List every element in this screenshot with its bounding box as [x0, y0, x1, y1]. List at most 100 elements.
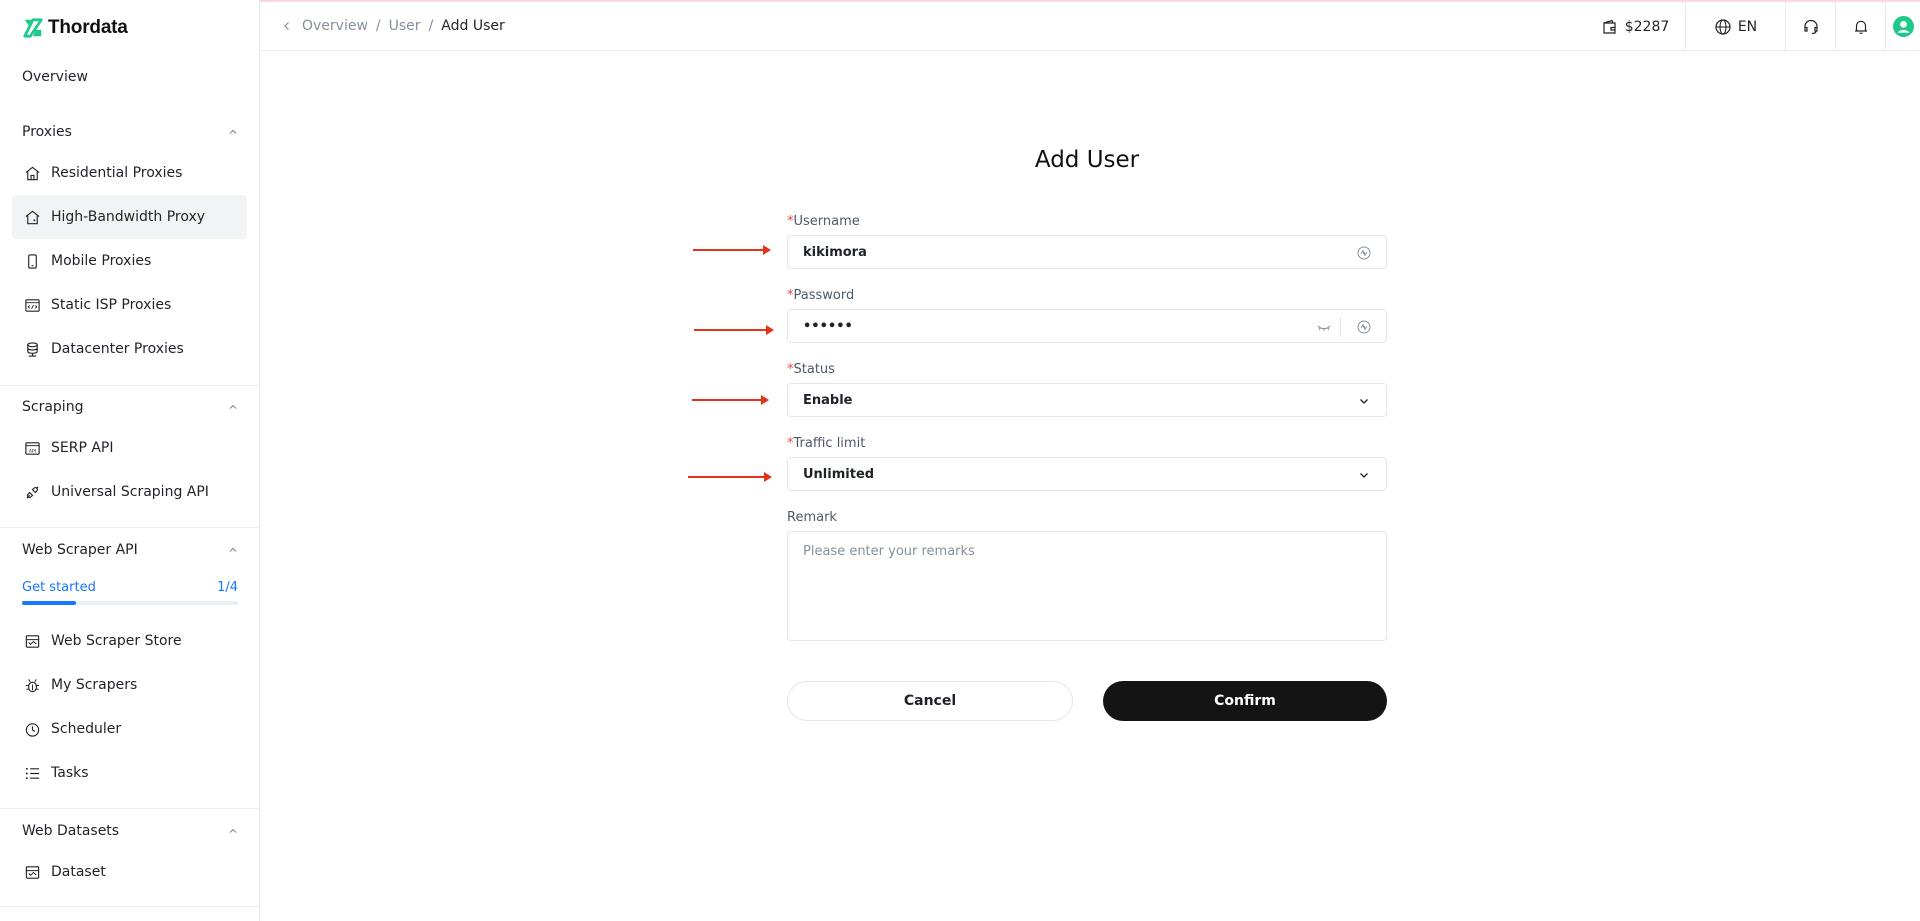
code-window-icon — [25, 298, 40, 312]
sidebar-item-label: Dataset — [51, 864, 106, 880]
wallet-balance[interactable]: $2287 — [1585, 2, 1685, 51]
sidebar-section-web-datasets[interactable]: Web Datasets — [22, 823, 238, 839]
plug-icon — [26, 485, 39, 499]
sidebar-item-label: Universal Scraping API — [51, 484, 209, 500]
progress-bar — [22, 601, 238, 605]
section-title: Web Scraper API — [22, 542, 138, 558]
user-avatar[interactable] — [1885, 2, 1920, 51]
password-label: *Password — [787, 288, 854, 303]
mobile-icon — [28, 253, 37, 269]
logo[interactable]: Thordata — [22, 16, 128, 40]
label-text: Password — [793, 288, 855, 303]
sidebar-section-scraping[interactable]: Scraping — [22, 399, 238, 415]
status-label: *Status — [787, 362, 835, 377]
breadcrumb-separator: / — [375, 18, 381, 34]
list-icon — [25, 767, 40, 779]
sidebar-item-residential-proxies[interactable]: Residential Proxies — [12, 151, 247, 195]
sidebar-item-my-scrapers[interactable]: My Scrapers — [12, 663, 247, 707]
support-button[interactable] — [1785, 2, 1835, 51]
sidebar-item-overview[interactable]: Overview — [22, 69, 88, 85]
top-header: Overview / User / Add User $2287 EN — [260, 2, 1920, 51]
annotation-arrow — [694, 325, 774, 335]
language-code: EN — [1737, 18, 1758, 35]
sidebar-item-datacenter-proxies[interactable]: Datacenter Proxies — [12, 327, 247, 371]
sidebar-item-label: Mobile Proxies — [51, 253, 152, 269]
get-started-label: Get started — [22, 580, 96, 595]
get-started-progress[interactable]: Get started 1/4 — [22, 580, 238, 605]
language-switcher[interactable]: EN — [1685, 2, 1785, 51]
sidebar-item-label: Scheduler — [51, 721, 122, 737]
brand-name: Thordata — [48, 17, 128, 38]
store-icon — [25, 634, 40, 648]
cancel-button[interactable]: Cancel — [787, 681, 1073, 721]
bug-icon — [25, 678, 40, 692]
sidebar-item-label: Static ISP Proxies — [51, 297, 172, 313]
password-field[interactable]: •••••• — [787, 309, 1387, 343]
avatar-icon — [1892, 16, 1914, 37]
globe-icon — [1715, 18, 1731, 35]
section-title: Web Datasets — [22, 823, 120, 839]
sidebar-item-universal-scraping-api[interactable]: Universal Scraping API — [12, 470, 247, 514]
sidebar-item-label: Datacenter Proxies — [51, 341, 184, 357]
sidebar-item-web-scraper-store[interactable]: Web Scraper Store — [12, 619, 247, 663]
progress-fill — [22, 601, 76, 605]
username-label: *Username — [787, 214, 860, 229]
chevron-down-icon — [1360, 473, 1368, 478]
api-icon: API — [25, 441, 40, 455]
chevron-up-icon — [229, 828, 237, 833]
breadcrumb-current: Add User — [441, 18, 505, 34]
sidebar-section-web-scraper-api[interactable]: Web Scraper API — [22, 542, 238, 558]
breadcrumb-user[interactable]: User — [389, 18, 421, 34]
sidebar-item-high-bandwidth-proxy[interactable]: High-Bandwidth Proxy — [12, 195, 247, 239]
refresh-generate-icon[interactable] — [1356, 319, 1372, 335]
wallet-icon — [1603, 19, 1616, 34]
dataset-icon — [25, 865, 40, 879]
annotation-arrow — [692, 395, 769, 405]
label-text: Username — [793, 214, 860, 229]
username-field[interactable]: kikimora — [787, 235, 1387, 269]
breadcrumb-overview[interactable]: Overview — [302, 18, 368, 34]
chevron-down-icon — [1360, 399, 1368, 404]
refresh-generate-icon[interactable] — [1356, 245, 1372, 261]
clock-icon — [25, 722, 40, 737]
remark-textarea[interactable] — [787, 531, 1387, 641]
get-started-count: 1/4 — [217, 580, 238, 595]
sidebar-item-tasks[interactable]: Tasks — [12, 751, 247, 795]
home-wifi-icon — [25, 210, 40, 224]
status-select[interactable]: Enable — [787, 383, 1387, 417]
annotation-arrow — [693, 245, 771, 255]
chevron-up-icon — [229, 129, 237, 134]
eye-closed-icon[interactable] — [1316, 319, 1332, 335]
section-title: Scraping — [22, 399, 84, 415]
label-text: Status — [793, 362, 835, 377]
svg-text:API: API — [29, 448, 36, 454]
traffic-limit-label: *Traffic limit — [787, 436, 865, 451]
status-value: Enable — [803, 392, 853, 408]
sidebar-item-label: Tasks — [51, 765, 89, 781]
sidebar-item-static-isp-proxies[interactable]: Static ISP Proxies — [12, 283, 247, 327]
bell-icon — [1854, 20, 1867, 34]
sidebar-item-label: Web Scraper Store — [51, 633, 182, 649]
sidebar-item-label: My Scrapers — [51, 677, 138, 693]
chevron-up-icon — [229, 547, 237, 552]
sidebar: Thordata Overview Proxies Residential Pr… — [0, 0, 260, 921]
sidebar-item-label: Residential Proxies — [51, 165, 183, 181]
annotation-arrow — [688, 472, 772, 482]
chevron-left-icon[interactable] — [280, 19, 294, 33]
sidebar-item-label: SERP API — [51, 440, 114, 456]
sidebar-item-mobile-proxies[interactable]: Mobile Proxies — [12, 239, 247, 283]
suffix-divider — [1340, 317, 1341, 337]
confirm-button[interactable]: Confirm — [1103, 681, 1387, 721]
sidebar-item-scheduler[interactable]: Scheduler — [12, 707, 247, 751]
page-title: Add User — [1034, 147, 1140, 173]
password-value: •••••• — [803, 318, 853, 334]
sidebar-item-serp-api[interactable]: API SERP API — [12, 426, 247, 470]
sidebar-divider — [0, 808, 259, 809]
traffic-limit-select[interactable]: Unlimited — [787, 457, 1387, 491]
remark-label: Remark — [787, 510, 837, 525]
sidebar-item-dataset[interactable]: Dataset — [12, 850, 247, 894]
thordata-logo-icon — [23, 18, 43, 38]
sidebar-section-proxies[interactable]: Proxies — [22, 124, 238, 140]
notifications-button[interactable] — [1835, 2, 1885, 51]
headset-icon — [1803, 19, 1818, 34]
